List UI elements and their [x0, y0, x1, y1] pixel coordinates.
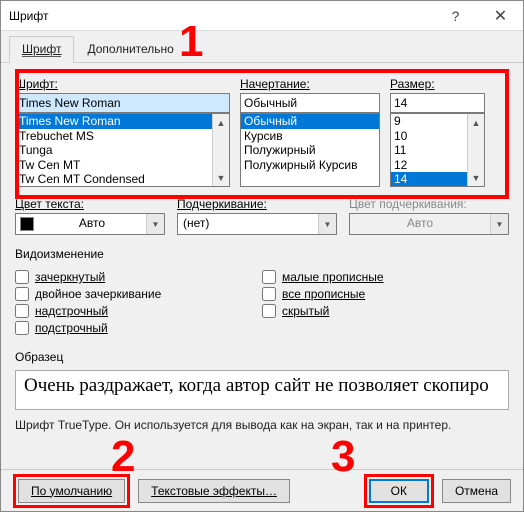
underline-color-label: Цвет подчеркивания:: [349, 197, 509, 211]
scrollbar[interactable]: ▲▼: [212, 114, 229, 186]
font-dialog: Шрифт ? ✕ Шрифт Дополнительно 1 Шрифт: T…: [0, 0, 524, 512]
font-label: Шрифт:: [15, 77, 58, 91]
size-input[interactable]: [390, 93, 485, 113]
cancel-button[interactable]: Отмена: [442, 479, 511, 503]
hidden-checkbox[interactable]: [262, 304, 276, 318]
superscript-label: надстрочный: [35, 304, 108, 318]
dialog-footer: По умолчанию Текстовые эффекты… ОК Отмен…: [1, 469, 523, 511]
smallcaps-checkbox[interactable]: [262, 270, 276, 284]
list-item[interactable]: Курсив: [241, 129, 379, 144]
style-listbox[interactable]: Обычный Курсив Полужирный Полужирный Кур…: [240, 113, 380, 187]
tabs: Шрифт Дополнительно 1: [1, 31, 523, 63]
chevron-up-icon[interactable]: ▲: [213, 114, 229, 131]
annotation-box-2: По умолчанию: [13, 474, 130, 508]
list-item[interactable]: Tunga: [16, 143, 229, 158]
double-strike-label: двойное зачеркивание: [35, 287, 161, 301]
preview-heading: Образец: [15, 350, 509, 364]
font-listbox[interactable]: Times New Roman Trebuchet MS Tunga Tw Ce…: [15, 113, 230, 187]
list-item[interactable]: Tw Cen MT: [16, 158, 229, 173]
style-label: Начертание:: [240, 77, 310, 91]
hidden-label: скрытый: [282, 304, 329, 318]
close-button[interactable]: ✕: [478, 2, 523, 30]
strike-checkbox[interactable]: [15, 270, 29, 284]
list-item[interactable]: Tw Cen MT Condensed: [16, 172, 229, 187]
font-input[interactable]: [15, 93, 230, 113]
help-button[interactable]: ?: [433, 2, 478, 30]
subscript-label: подстрочный: [35, 321, 108, 335]
underline-color-combo: Авто ▼: [349, 213, 509, 235]
text-effects-button[interactable]: Текстовые эффекты…: [138, 479, 290, 503]
strike-label: зачеркнутый: [35, 270, 105, 284]
chevron-up-icon[interactable]: ▲: [468, 114, 484, 131]
annotation-box-3: ОК: [364, 474, 434, 508]
superscript-checkbox[interactable]: [15, 304, 29, 318]
titlebar: Шрифт ? ✕: [1, 1, 523, 31]
font-color-label: Цвет текста:: [15, 197, 165, 211]
size-listbox[interactable]: 9 10 11 12 14 ▲▼: [390, 113, 485, 187]
underline-label: Подчеркивание:: [177, 197, 337, 211]
preview-box: Очень раздражает, когда автор сайт не по…: [15, 370, 509, 410]
underline-combo[interactable]: (нет) ▼: [177, 213, 337, 235]
chevron-down-icon[interactable]: ▼: [468, 169, 484, 186]
subscript-checkbox[interactable]: [15, 321, 29, 335]
tab-advanced[interactable]: Дополнительно: [74, 36, 186, 63]
chevron-down-icon[interactable]: ▼: [318, 214, 336, 234]
smallcaps-label: малые прописные: [282, 270, 384, 284]
window-title: Шрифт: [9, 9, 433, 23]
chevron-down-icon: ▼: [490, 214, 508, 234]
list-item[interactable]: Полужирный: [241, 143, 379, 158]
chevron-down-icon[interactable]: ▼: [146, 214, 164, 234]
set-default-button[interactable]: По умолчанию: [18, 479, 125, 503]
color-swatch: [20, 217, 34, 231]
list-item[interactable]: Trebuchet MS: [16, 129, 229, 144]
list-item[interactable]: Обычный: [241, 114, 379, 129]
allcaps-checkbox[interactable]: [262, 287, 276, 301]
list-item[interactable]: Полужирный Курсив: [241, 158, 379, 173]
allcaps-label: все прописные: [282, 287, 365, 301]
style-input[interactable]: [240, 93, 380, 113]
list-item[interactable]: Times New Roman: [16, 114, 229, 129]
size-label: Размер:: [390, 77, 435, 91]
font-color-combo[interactable]: Авто ▼: [15, 213, 165, 235]
double-strike-checkbox[interactable]: [15, 287, 29, 301]
scrollbar[interactable]: ▲▼: [467, 114, 484, 186]
chevron-down-icon[interactable]: ▼: [213, 169, 229, 186]
ok-button[interactable]: ОК: [369, 479, 429, 503]
font-hint: Шрифт TrueType. Он используется для выво…: [15, 418, 509, 432]
effects-heading: Видоизменение: [15, 247, 509, 261]
dialog-body: Шрифт: Times New Roman Trebuchet MS Tung…: [1, 63, 523, 469]
tab-font[interactable]: Шрифт: [9, 36, 74, 63]
